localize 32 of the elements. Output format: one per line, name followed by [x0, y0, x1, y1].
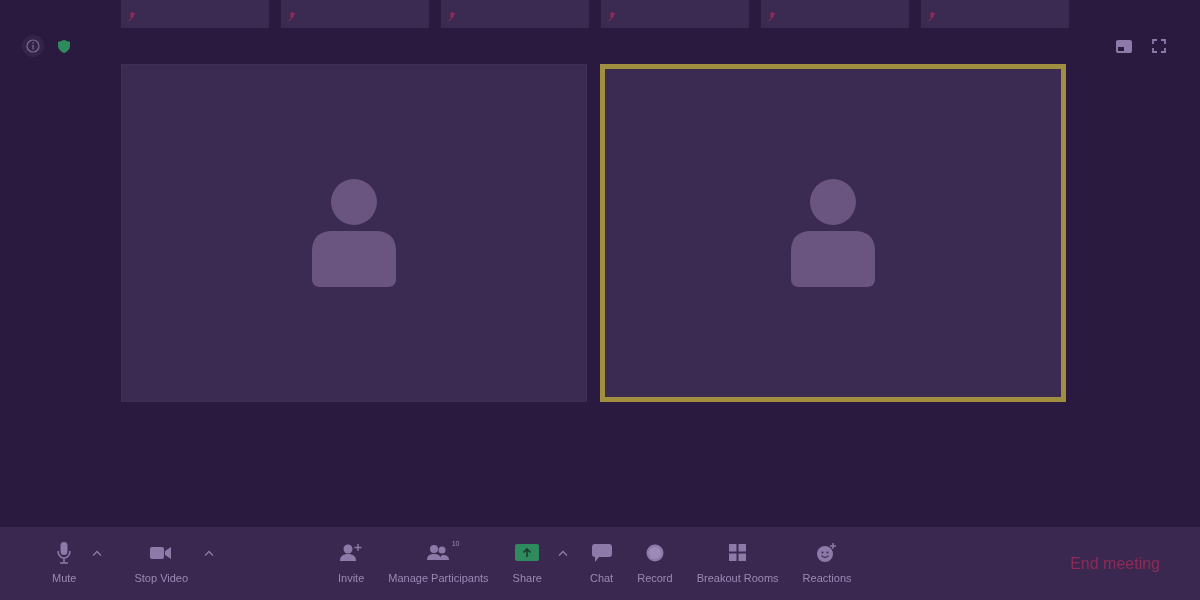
gallery-view-icon[interactable]	[1116, 39, 1132, 53]
toolbar-button[interactable]: Reactions	[800, 540, 854, 587]
grid-icon	[729, 544, 747, 562]
video-camera-icon	[150, 545, 173, 560]
caret-icon[interactable]	[92, 549, 103, 556]
smiley-plus-icon	[817, 543, 838, 563]
info-icon[interactable]	[22, 35, 44, 57]
share-screen-icon	[515, 544, 540, 562]
fullscreen-icon[interactable]	[1152, 39, 1166, 53]
toolbar-button[interactable]: Stop Video	[132, 540, 191, 587]
record-icon	[645, 543, 664, 562]
shield-icon	[58, 39, 70, 53]
chat-bubble-icon	[591, 543, 612, 562]
caret-icon[interactable]	[557, 549, 568, 556]
participant-thumbnail[interactable]	[121, 0, 269, 28]
toolbar-button[interactable]: Record	[635, 540, 675, 587]
participant-thumbnail[interactable]	[601, 0, 749, 28]
toolbar-button[interactable]: Chat	[587, 540, 616, 587]
avatar-icon	[791, 179, 875, 287]
toolbar-button[interactable]: Invite	[336, 540, 367, 587]
participant-thumbnail[interactable]	[441, 0, 589, 28]
participant-thumbnail[interactable]	[921, 0, 1069, 28]
toolbar-button[interactable]: Breakout Rooms	[694, 540, 781, 587]
participant-thumbnail[interactable]	[761, 0, 909, 28]
add-person-icon	[340, 543, 363, 562]
participant-thumbnail[interactable]	[281, 0, 429, 28]
microphone-icon	[57, 541, 72, 564]
caret-icon[interactable]	[204, 549, 215, 556]
toolbar-button[interactable]: Share	[510, 540, 544, 587]
avatar-icon	[312, 179, 396, 287]
people-icon	[427, 544, 450, 562]
toolbar-button[interactable]: Mute	[50, 540, 79, 587]
